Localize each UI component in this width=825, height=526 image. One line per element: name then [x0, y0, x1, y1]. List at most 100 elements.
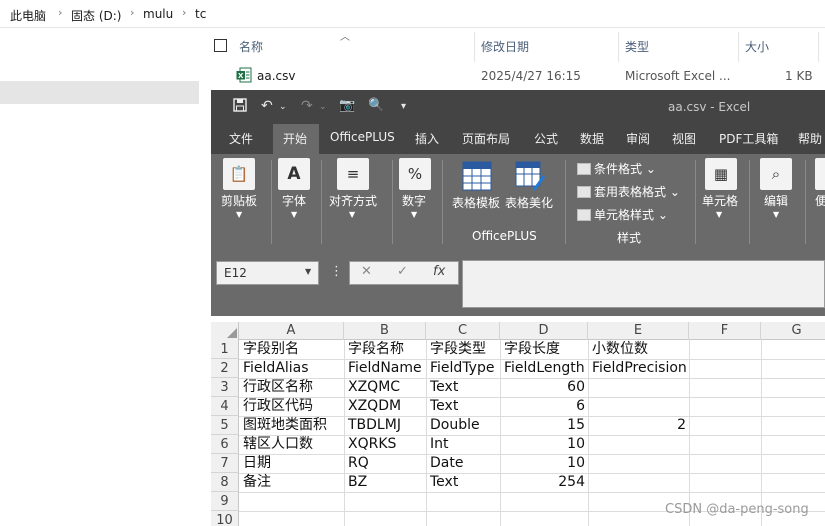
tab-view[interactable]: 视图 [672, 130, 696, 147]
column-header-e[interactable]: E [588, 322, 689, 340]
clipboard-label[interactable]: 剪贴板 [221, 192, 257, 209]
row-header-10[interactable]: 10 [211, 511, 239, 526]
cell-e8[interactable] [589, 473, 689, 492]
enter-icon[interactable]: ✓ [397, 264, 408, 279]
cancel-icon[interactable]: ✕ [361, 264, 372, 279]
cell-c7[interactable]: Date [427, 454, 500, 473]
column-header-d[interactable]: D [500, 322, 588, 340]
cell-a1[interactable]: 字段别名 [240, 340, 344, 359]
tab-file[interactable]: 文件 [229, 130, 253, 147]
chevron-down-icon[interactable]: ▼ [773, 210, 779, 219]
column-header-g[interactable]: G [761, 322, 825, 340]
cell-d2[interactable]: FieldLength [501, 359, 588, 378]
cell-e1[interactable]: 小数位数 [589, 340, 689, 359]
row-header-3[interactable]: 3 [211, 378, 239, 397]
cell-e4[interactable] [589, 397, 689, 416]
formula-input[interactable] [462, 260, 825, 308]
cells-icon[interactable]: ▦ [705, 158, 737, 190]
column-type[interactable]: 类型 [625, 38, 649, 55]
print-preview-icon[interactable]: 🔍 [368, 98, 384, 113]
breadcrumb-mulu[interactable]: mulu [143, 7, 173, 21]
more-options-icon[interactable]: ⋮ [330, 264, 343, 279]
cell-a6[interactable]: 辖区人口数 [240, 435, 344, 454]
undo-icon[interactable]: ↶ [261, 98, 273, 114]
cell-b5[interactable]: TBDLMJ [345, 416, 426, 435]
column-divider[interactable] [818, 32, 819, 62]
chevron-down-icon[interactable]: ▼ [305, 267, 311, 276]
camera-icon[interactable]: 📷 [339, 98, 355, 113]
breadcrumb-drive[interactable]: 固态 (D:) [71, 7, 121, 24]
tab-officeplus[interactable]: OfficePLUS [330, 130, 395, 144]
cell-a3[interactable]: 行政区名称 [240, 378, 344, 397]
cell-b6[interactable]: XQRKS [345, 435, 426, 454]
table-template-icon[interactable] [461, 160, 493, 192]
redo-dropdown-icon[interactable]: ⌄ [319, 102, 327, 112]
breadcrumb-tc[interactable]: tc [195, 7, 206, 21]
table-template-label[interactable]: 表格模板 [452, 194, 500, 211]
conditional-format-button[interactable]: 条件格式 ⌄ [577, 160, 656, 177]
row-header-7[interactable]: 7 [211, 454, 239, 473]
tab-page-layout[interactable]: 页面布局 [462, 130, 510, 147]
column-name[interactable]: 名称 [239, 38, 263, 55]
column-header-f[interactable]: F [689, 322, 761, 340]
cell-c8[interactable]: Text [427, 473, 500, 492]
alignment-label[interactable]: 对齐方式 [329, 192, 377, 209]
cell-c1[interactable]: 字段类型 [427, 340, 500, 359]
cell-a7[interactable]: 日期 [240, 454, 344, 473]
font-icon[interactable]: A [278, 158, 310, 190]
chevron-right-icon[interactable]: › [130, 6, 134, 19]
insert-function-icon[interactable]: fx [433, 264, 445, 279]
chevron-down-icon[interactable]: ▼ [236, 210, 242, 219]
column-header-b[interactable]: B [344, 322, 426, 340]
tab-review[interactable]: 审阅 [626, 130, 650, 147]
name-box[interactable]: E12 [216, 261, 319, 285]
save-icon[interactable] [233, 98, 247, 116]
cell-d8[interactable]: 254 [501, 473, 588, 492]
cell-a5[interactable]: 图斑地类面积 [240, 416, 344, 435]
column-divider[interactable] [738, 32, 739, 62]
cell-c2[interactable]: FieldType [427, 359, 500, 378]
row-header-1[interactable]: 1 [211, 340, 239, 359]
cell-b4[interactable]: XZQDM [345, 397, 426, 416]
cell-c3[interactable]: Text [427, 378, 500, 397]
tab-insert[interactable]: 插入 [415, 130, 439, 147]
chevron-right-icon[interactable]: › [182, 6, 186, 19]
redo-icon[interactable]: ↷ [301, 98, 313, 114]
cell-c6[interactable]: Int [427, 435, 500, 454]
column-divider[interactable] [618, 32, 619, 62]
chevron-down-icon[interactable]: ▼ [716, 210, 722, 219]
row-header-5[interactable]: 5 [211, 416, 239, 435]
select-all-checkbox[interactable] [214, 39, 227, 52]
tab-formulas[interactable]: 公式 [534, 130, 558, 147]
cell-e3[interactable] [589, 378, 689, 397]
cell-b3[interactable]: XZQMC [345, 378, 426, 397]
cell-e5[interactable]: 2 [589, 416, 689, 435]
tab-pdf-tools[interactable]: PDF工具箱 [719, 130, 778, 147]
cell-e7[interactable] [589, 454, 689, 473]
percent-icon[interactable]: % [399, 158, 431, 190]
row-header-2[interactable]: 2 [211, 359, 239, 378]
table-beautify-icon[interactable] [514, 160, 546, 192]
column-divider[interactable] [474, 32, 475, 62]
cell-d5[interactable]: 15 [501, 416, 588, 435]
column-header-a[interactable]: A [239, 322, 344, 340]
chevron-down-icon[interactable]: ▼ [349, 210, 355, 219]
search-icon[interactable]: ⌕ [760, 158, 792, 190]
format-as-table-button[interactable]: 套用表格格式 ⌄ [577, 183, 680, 200]
cell-d6[interactable]: 10 [501, 435, 588, 454]
row-header-8[interactable]: 8 [211, 473, 239, 492]
breadcrumb-this-pc[interactable]: 此电脑 [10, 7, 46, 24]
row-header-6[interactable]: 6 [211, 435, 239, 454]
number-label[interactable]: 数字 [402, 192, 426, 209]
chevron-down-icon[interactable]: ▼ [411, 210, 417, 219]
tab-help[interactable]: 帮助 [798, 130, 822, 147]
undo-dropdown-icon[interactable]: ⌄ [279, 102, 287, 112]
file-name[interactable]: aa.csv [257, 69, 295, 83]
align-icon[interactable]: ≡ [337, 158, 369, 190]
partial-ribbon-label[interactable]: 便 [815, 192, 825, 209]
row-header-9[interactable]: 9 [211, 492, 239, 511]
address-bar[interactable]: 此电脑 › 固态 (D:) › mulu › tc [0, 0, 825, 28]
editing-label[interactable]: 编辑 [764, 192, 788, 209]
tab-home[interactable]: 开始 [283, 130, 307, 147]
nav-selected-item[interactable] [0, 81, 199, 104]
